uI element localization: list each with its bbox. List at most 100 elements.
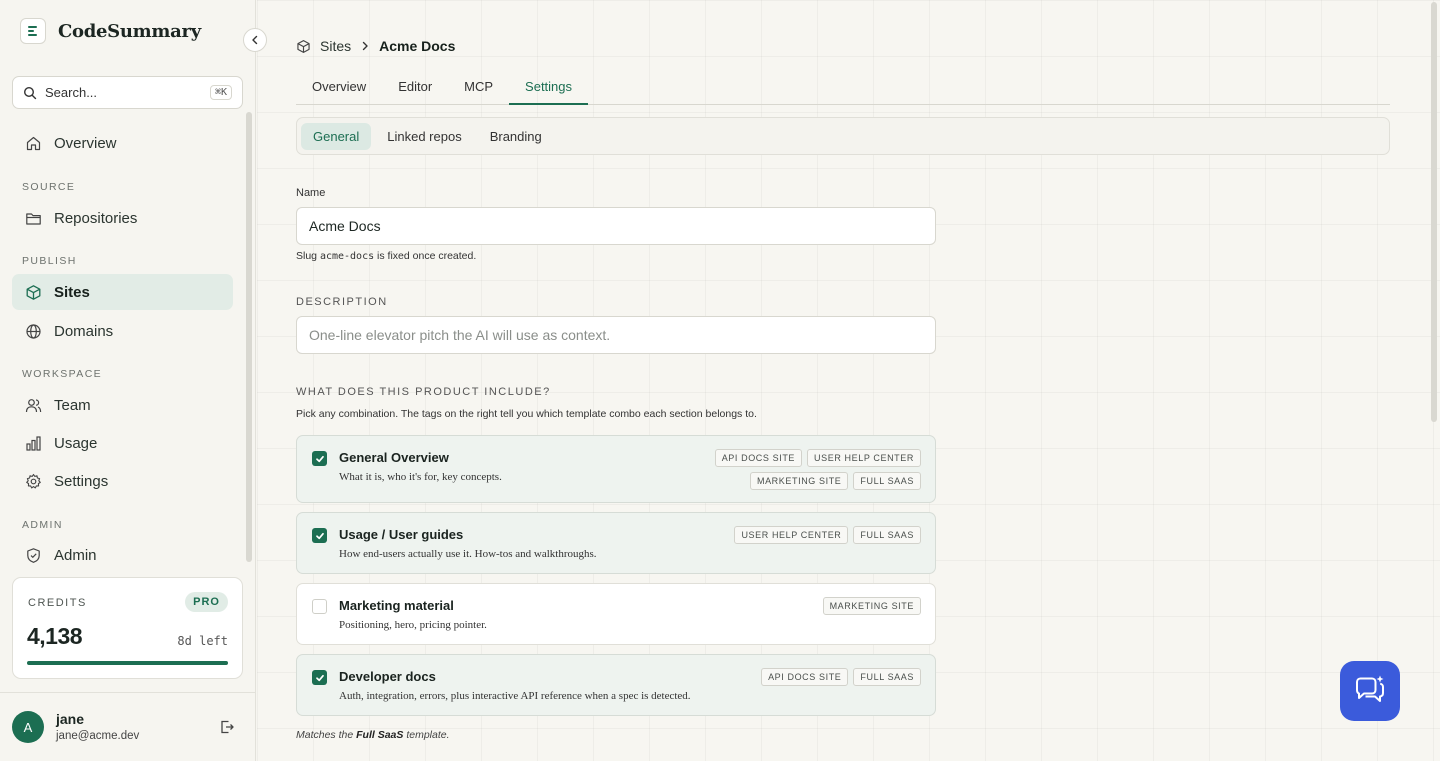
includes-label: WHAT DOES THIS PRODUCT INCLUDE? bbox=[296, 386, 551, 398]
section-desc: How end-users actually use it. How-tos a… bbox=[339, 548, 597, 560]
sidebar-item-label: Repositories bbox=[54, 209, 138, 227]
app-name: CodeSummary bbox=[58, 20, 201, 42]
plan-badge: PRO bbox=[185, 592, 228, 612]
section-card-usage-guides[interactable]: Usage / User guides How end-users actual… bbox=[296, 512, 936, 574]
nav-section-admin: ADMIN bbox=[22, 519, 63, 531]
site-tabs: Overview Editor MCP Settings bbox=[296, 72, 1390, 105]
credits-value: 4,138 bbox=[27, 623, 83, 649]
search-placeholder: Search... bbox=[45, 85, 98, 100]
sidebar-item-label: Admin bbox=[54, 546, 97, 564]
home-icon bbox=[26, 136, 41, 150]
shield-icon bbox=[27, 547, 40, 563]
settings-subtabs: General Linked repos Branding bbox=[296, 117, 1390, 155]
tag: USER HELP CENTER bbox=[807, 449, 921, 467]
tab-overview[interactable]: Overview bbox=[296, 72, 382, 105]
chevron-left-icon bbox=[252, 35, 258, 45]
sidebar-item-label: Usage bbox=[54, 434, 98, 452]
tag: MARKETING SITE bbox=[749, 472, 849, 490]
sidebar-item-label: Team bbox=[54, 396, 91, 414]
chevron-right-icon bbox=[362, 41, 368, 51]
check-icon bbox=[315, 674, 324, 681]
sidebar-item-usage[interactable]: Usage bbox=[12, 425, 233, 461]
subtab-linked-repos[interactable]: Linked repos bbox=[375, 123, 473, 150]
section-title: General Overview bbox=[339, 450, 449, 465]
name-input[interactable]: Acme Docs bbox=[296, 207, 936, 245]
checkbox-marketing[interactable] bbox=[312, 599, 327, 614]
sidebar-item-sites[interactable]: Sites bbox=[12, 274, 233, 310]
sidebar-item-label: Sites bbox=[54, 283, 90, 301]
sidebar-item-label: Overview bbox=[54, 134, 117, 152]
tag: FULL SAAS bbox=[853, 668, 921, 686]
footnote-suffix: template. bbox=[406, 729, 450, 741]
sidebar-item-admin[interactable]: Admin bbox=[12, 537, 233, 573]
breadcrumb-current: Acme Docs bbox=[379, 38, 456, 54]
globe-icon bbox=[26, 323, 41, 339]
sidebar-item-team[interactable]: Team bbox=[12, 387, 233, 423]
tab-mcp[interactable]: MCP bbox=[448, 72, 509, 105]
tag: MARKETING SITE bbox=[822, 597, 921, 615]
subtab-general[interactable]: General bbox=[301, 122, 372, 150]
gear-icon bbox=[26, 473, 41, 488]
breadcrumb: Sites Acme Docs bbox=[296, 38, 455, 54]
sidebar-item-label: Settings bbox=[54, 472, 109, 490]
credits-label: CREDITS bbox=[28, 597, 87, 609]
folder-icon bbox=[26, 212, 41, 225]
chat-support-button[interactable] bbox=[1340, 661, 1400, 721]
tag: FULL SAAS bbox=[853, 526, 921, 544]
section-title: Usage / User guides bbox=[339, 527, 464, 542]
search-input[interactable]: Search... ⌘K bbox=[12, 76, 243, 109]
description-input[interactable]: One-line elevator pitch the AI will use … bbox=[296, 316, 936, 354]
description-label: DESCRIPTION bbox=[296, 296, 388, 308]
section-card-marketing[interactable]: Marketing material Positioning, hero, pr… bbox=[296, 583, 936, 645]
check-icon bbox=[315, 455, 324, 462]
credits-time-left: 8d left bbox=[177, 634, 228, 648]
tag: FULL SAAS bbox=[853, 472, 921, 490]
nav-section-source: SOURCE bbox=[22, 181, 76, 193]
chat-icon bbox=[1356, 675, 1384, 702]
tag: USER HELP CENTER bbox=[734, 526, 849, 544]
credits-progress-fill bbox=[27, 661, 228, 665]
includes-hint: Pick any combination. The tags on the ri… bbox=[296, 408, 757, 420]
sidebar-scrollbar[interactable] bbox=[246, 112, 252, 562]
users-icon bbox=[25, 398, 42, 412]
sidebar-item-repositories[interactable]: Repositories bbox=[12, 200, 233, 236]
sidebar-item-domains[interactable]: Domains bbox=[12, 313, 233, 349]
search-icon bbox=[23, 86, 37, 99]
section-desc: What it is, who it's for, key concepts. bbox=[339, 471, 502, 483]
slug-prefix: Slug bbox=[296, 250, 318, 262]
tag-list: API DOCS SITE FULL SAAS bbox=[701, 668, 921, 686]
checkbox-developer-docs[interactable] bbox=[312, 670, 327, 685]
section-card-developer-docs[interactable]: Developer docs Auth, integration, errors… bbox=[296, 654, 936, 716]
credits-card: CREDITS PRO 4,138 8d left bbox=[12, 577, 243, 679]
nav-section-workspace: WORKSPACE bbox=[22, 368, 103, 380]
main-scrollbar[interactable] bbox=[1431, 2, 1437, 422]
slug-suffix: is fixed once created. bbox=[377, 250, 477, 262]
section-title: Marketing material bbox=[339, 598, 454, 613]
subtab-branding[interactable]: Branding bbox=[478, 123, 554, 150]
checkbox-usage-guides[interactable] bbox=[312, 528, 327, 543]
slug-value: acme-docs bbox=[319, 251, 375, 262]
tag: API DOCS SITE bbox=[761, 668, 849, 686]
description-placeholder: One-line elevator pitch the AI will use … bbox=[309, 327, 611, 343]
sidebar-item-settings[interactable]: Settings bbox=[12, 463, 233, 499]
cube-icon bbox=[297, 39, 310, 53]
section-card-general-overview[interactable]: General Overview What it is, who it's fo… bbox=[296, 435, 936, 503]
nav-section-publish: PUBLISH bbox=[22, 255, 77, 267]
brand[interactable]: CodeSummary bbox=[20, 18, 201, 44]
breadcrumb-sites-link[interactable]: Sites bbox=[320, 38, 351, 54]
template-match-note: Matches the Full SaaS template. bbox=[296, 729, 450, 741]
tag-list: USER HELP CENTER FULL SAAS bbox=[701, 526, 921, 544]
tab-editor[interactable]: Editor bbox=[382, 72, 448, 105]
avatar[interactable]: A bbox=[12, 711, 44, 743]
tag-list: MARKETING SITE bbox=[701, 597, 921, 615]
checkbox-general-overview[interactable] bbox=[312, 451, 327, 466]
collapse-sidebar-button[interactable] bbox=[243, 28, 267, 52]
tab-settings[interactable]: Settings bbox=[509, 72, 589, 105]
name-value: Acme Docs bbox=[309, 218, 381, 234]
section-title: Developer docs bbox=[339, 669, 436, 684]
logo-icon bbox=[20, 18, 46, 44]
bar-chart-icon bbox=[26, 435, 41, 451]
logout-icon[interactable] bbox=[219, 719, 235, 735]
user-email: jane@acme.dev bbox=[56, 730, 140, 742]
sidebar-item-overview[interactable]: Overview bbox=[12, 125, 233, 161]
